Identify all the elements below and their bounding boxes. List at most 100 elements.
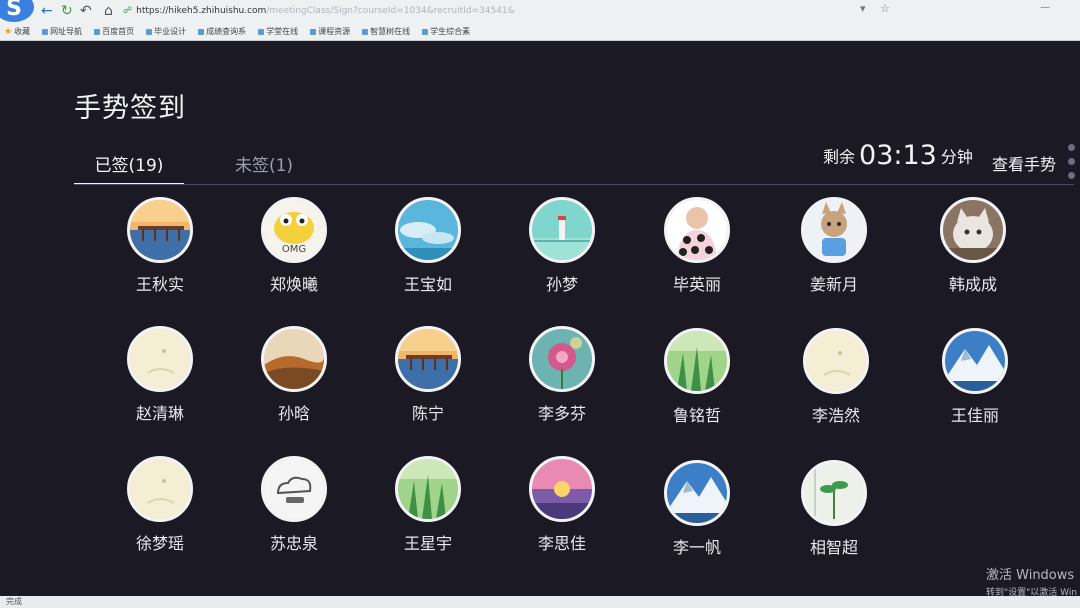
student-card[interactable]: 李多芬: [509, 326, 619, 436]
page-icon: [198, 28, 205, 35]
back-arrow-icon[interactable]: ←: [41, 3, 53, 19]
bookmark-item[interactable]: ★ 收藏: [4, 25, 30, 38]
bookmark-item[interactable]: 学堂在线: [258, 25, 298, 38]
student-card[interactable]: 毕英丽: [644, 197, 754, 307]
home-icon[interactable]: ⌂: [104, 3, 113, 19]
favorite-star-icon[interactable]: ☆: [880, 2, 890, 15]
student-name: 王宝如: [403, 275, 452, 294]
student-name: 孙梦: [545, 275, 578, 294]
window-minimize-icon[interactable]: —: [1040, 2, 1050, 13]
watermark-line1: 激活 Windows: [986, 568, 1075, 583]
student-name: 徐梦瑶: [135, 534, 184, 553]
bookmark-item[interactable]: 学生综合素: [422, 25, 470, 38]
bookmarks-bar: ★ 收藏 网址导航 百度首页 毕业设计 成绩查询系 学堂在线 课程资源 智慧树在线 学生综合素: [4, 25, 470, 38]
tab-unsigned-label: 未签(1): [234, 156, 294, 176]
tab-unsigned[interactable]: 未签(1): [224, 152, 304, 184]
bookmark-label: 百度首页: [102, 27, 135, 36]
student-card[interactable]: 徐梦瑶: [107, 456, 217, 566]
url-rest: /meetingClass/Sign?courseId=1034&recruit…: [266, 6, 515, 16]
browser-logo-icon: S: [0, 0, 34, 22]
student-avatar: [664, 460, 730, 526]
student-card[interactable]: 王秋实: [107, 197, 217, 307]
student-avatar: [395, 326, 461, 392]
address-bar[interactable]: ☍ https://hikeh5.zhihuishu.com/meetingCla…: [123, 3, 543, 19]
browser-statusbar: 完成: [0, 596, 1080, 608]
svg-text:OMG: OMG: [282, 244, 306, 255]
student-name: 李多芬: [537, 404, 586, 423]
page-icon: [258, 28, 265, 35]
gesture-grid-icon[interactable]: [1064, 144, 1080, 180]
url-prefix: https://hikeh5.zhihuishu.com: [136, 6, 267, 16]
bookmark-label: 智慧树在线: [370, 27, 411, 36]
student-name: 孙晗: [277, 404, 310, 423]
student-avatar: [664, 328, 730, 394]
bookmark-label: 学堂在线: [266, 27, 299, 36]
student-avatar: OMG: [261, 197, 327, 263]
student-name: 相智超: [809, 538, 858, 557]
timer-value: 03:13: [859, 140, 937, 171]
view-gesture-button[interactable]: 查看手势: [992, 151, 1056, 175]
bookmark-item[interactable]: 课程资源: [310, 25, 350, 38]
student-name: 王秋实: [135, 275, 184, 294]
bookmark-item[interactable]: 智慧树在线: [362, 25, 410, 38]
browser-toolbar: S ← ↻ ↶ ⌂ ☍ https://hikeh5.zhihuishu.com/…: [0, 0, 1080, 41]
student-name: 王佳丽: [950, 406, 999, 425]
tab-signed[interactable]: 已签(19): [74, 152, 184, 185]
status-text: 完成: [6, 597, 22, 606]
dropdown-arrow-icon[interactable]: ▾: [860, 2, 866, 15]
undo-icon[interactable]: ↶: [80, 3, 92, 19]
student-avatar: [395, 197, 461, 263]
student-avatar: [529, 456, 595, 522]
student-name: 李浩然: [811, 406, 860, 425]
page-icon: [310, 28, 317, 35]
globe-icon: [42, 28, 49, 35]
page-icon: [362, 28, 369, 35]
bookmark-item[interactable]: 毕业设计: [146, 25, 186, 38]
student-card[interactable]: 李浩然: [783, 328, 893, 438]
student-card[interactable]: 李一帆: [644, 460, 754, 570]
secure-shield-icon: ☍: [123, 6, 133, 16]
student-name: 李一帆: [672, 538, 721, 557]
student-card[interactable]: 鲁铭哲: [644, 328, 754, 438]
student-name: 鲁铭哲: [672, 406, 721, 425]
student-avatar: [801, 197, 867, 263]
tab-signed-label: 已签(19): [94, 156, 164, 176]
student-card[interactable]: 陈宁: [375, 326, 485, 436]
student-card[interactable]: 王佳丽: [922, 328, 1032, 438]
student-card[interactable]: 姜新月: [781, 197, 891, 307]
student-card[interactable]: 孙晗: [241, 326, 351, 436]
student-card[interactable]: 相智超: [781, 460, 891, 570]
reload-icon[interactable]: ↻: [61, 3, 73, 19]
student-card[interactable]: 王星宇: [375, 456, 485, 566]
student-name: 苏忠泉: [269, 534, 318, 553]
student-card[interactable]: 苏忠泉: [241, 456, 351, 566]
bookmark-item[interactable]: 百度首页: [94, 25, 134, 38]
student-avatar: [940, 197, 1006, 263]
student-card[interactable]: 赵清琳: [107, 326, 217, 436]
student-avatar: [803, 328, 869, 394]
student-name: 韩成成: [948, 275, 997, 294]
student-name: 王星宇: [403, 534, 452, 553]
gesture-dot: [1068, 144, 1075, 151]
student-card[interactable]: 王宝如: [375, 197, 485, 307]
windows-activation-watermark: 激活 Windows 转到"设置"以激活 Win: [986, 564, 1077, 598]
bookmark-item[interactable]: 网址导航: [42, 25, 82, 38]
student-name: 毕英丽: [672, 275, 721, 294]
tab-divider: [74, 184, 1074, 185]
student-name: 陈宁: [411, 404, 444, 423]
student-card[interactable]: 李思佳: [509, 456, 619, 566]
page-icon: [94, 28, 101, 35]
student-name: 李思佳: [537, 534, 586, 553]
student-avatar: [801, 460, 867, 526]
student-avatar: [261, 326, 327, 392]
student-name: 郑焕曦: [269, 275, 318, 294]
student-avatar: [942, 328, 1008, 394]
student-card[interactable]: 韩成成: [920, 197, 1030, 307]
bookmark-label: 学生综合素: [430, 27, 471, 36]
bookmark-label: 毕业设计: [154, 27, 187, 36]
bookmark-item[interactable]: 成绩查询系: [198, 25, 246, 38]
student-card[interactable]: OMG 郑焕曦: [241, 197, 351, 307]
gesture-dot: [1068, 172, 1075, 179]
page-icon: [422, 28, 429, 35]
student-card[interactable]: 孙梦: [509, 197, 619, 307]
